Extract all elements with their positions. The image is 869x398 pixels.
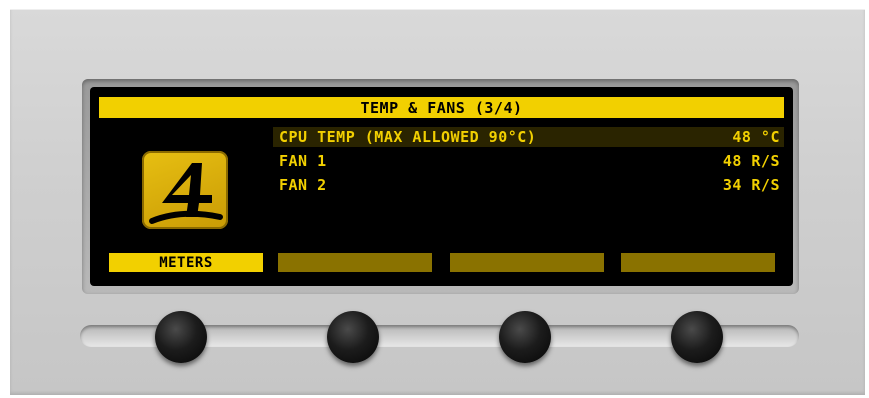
knob-2[interactable] <box>327 311 379 363</box>
knob-1[interactable] <box>155 311 207 363</box>
row-value: 48 R/S <box>722 152 780 170</box>
row-fan-2[interactable]: FAN 2 34 R/S <box>273 175 784 195</box>
row-label: FAN 1 <box>279 152 327 170</box>
logo-4-icon <box>142 151 228 229</box>
softkey-4[interactable] <box>621 253 775 272</box>
row-label: CPU TEMP (MAX ALLOWED 90°C) <box>279 128 537 146</box>
softkey-meters[interactable]: METERS <box>109 253 263 272</box>
softkey-3[interactable] <box>450 253 604 272</box>
lcd-screen: TEMP & FANS (3/4) CPU TEMP (MAX ALLOWED … <box>90 87 793 286</box>
row-fan-1[interactable]: FAN 1 48 R/S <box>273 151 784 171</box>
row-cpu-temp[interactable]: CPU TEMP (MAX ALLOWED 90°C) 48 °C <box>273 127 784 147</box>
row-label: FAN 2 <box>279 176 327 194</box>
knob-4[interactable] <box>671 311 723 363</box>
knob-3[interactable] <box>499 311 551 363</box>
softkey-2[interactable] <box>278 253 432 272</box>
softkey-label: METERS <box>159 254 213 271</box>
row-value: 34 R/S <box>722 176 780 194</box>
title-bar: TEMP & FANS (3/4) <box>99 97 784 118</box>
page-title: TEMP & FANS (3/4) <box>360 98 523 117</box>
row-value: 48 °C <box>732 128 780 146</box>
